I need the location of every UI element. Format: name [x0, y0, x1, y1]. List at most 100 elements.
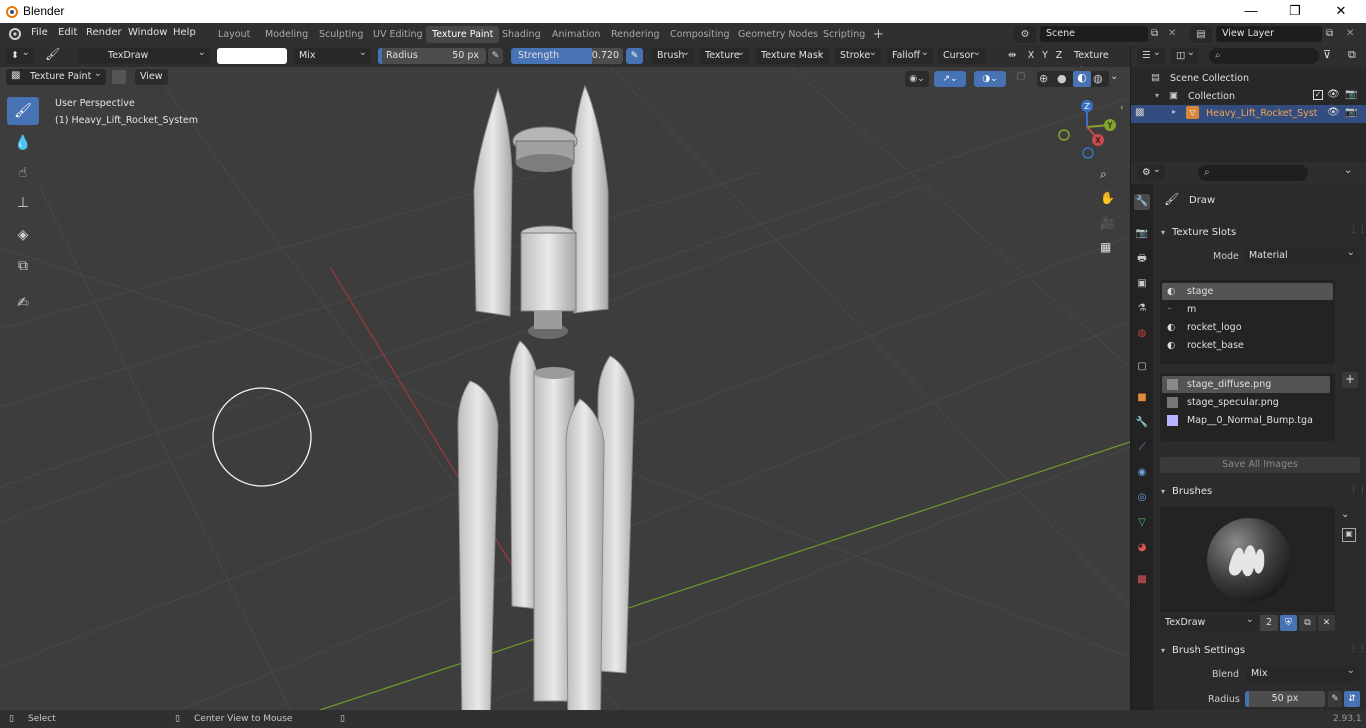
outliner-row-object[interactable]: ▩ ▸ ▽ Heavy_Lift_Rocket_Syst 👁 📷 — [1131, 105, 1366, 123]
tab-shading[interactable]: Shading — [496, 26, 547, 43]
add-workspace-button[interactable]: + — [867, 26, 890, 43]
list-item[interactable]: ◐ rocket_base — [1162, 337, 1333, 354]
navigation-gizmo[interactable]: Z Y X — [1052, 99, 1122, 159]
mirror-x-toggle[interactable]: X — [1025, 48, 1037, 64]
particles-tab-icon[interactable]: ⟋ — [1134, 440, 1150, 456]
brush-preview[interactable] — [1160, 507, 1335, 612]
sidebar-toggle-icon[interactable]: ‹ — [1120, 103, 1124, 113]
brush-name-field[interactable]: TexDraw — [78, 45, 210, 64]
3d-viewport[interactable]: 🖌 💧 ☝ ⊥ ◈ ⧉ ✍ User Perspective (1) Heavy… — [0, 67, 1130, 710]
smear-tool-icon[interactable]: ☝ — [7, 159, 39, 187]
zoom-icon[interactable]: ⌕ — [1100, 167, 1107, 182]
radius-pressure-icon[interactable]: ✎ — [488, 48, 503, 64]
material-tab-icon[interactable]: ◕ — [1134, 540, 1150, 556]
collection-camera-icon[interactable]: 📷 — [1345, 89, 1357, 100]
tab-rendering[interactable]: Rendering — [605, 26, 666, 43]
list-item[interactable]: stage_diffuse.png — [1162, 376, 1330, 393]
menu-render[interactable]: Render — [86, 27, 122, 38]
radius-unit-toggle-icon[interactable]: ⇵ — [1344, 691, 1360, 707]
tab-geometry-nodes[interactable]: Geometry Nodes — [732, 26, 824, 43]
drag-handle-icon[interactable]: ⋮⋮ — [1349, 485, 1366, 495]
drag-handle-icon[interactable]: ⋮⋮ — [1349, 644, 1366, 654]
tab-animation[interactable]: Animation — [546, 26, 606, 43]
copy-scene-icon[interactable]: ⧉ — [1151, 28, 1158, 39]
menu-help[interactable]: Help — [173, 27, 196, 38]
render-tab-icon[interactable]: 📷 — [1134, 226, 1150, 242]
outliner-editor-dropdown[interactable]: ☰ — [1137, 45, 1165, 64]
scene-collection-label[interactable]: Scene Collection — [1170, 73, 1249, 84]
mode-dropdown[interactable]: Texture Paint — [6, 66, 106, 85]
drag-handle-icon[interactable]: ⋮⋮ — [1349, 225, 1366, 235]
tab-texture-paint[interactable]: Texture Paint — [426, 26, 500, 43]
camera-view-icon[interactable]: 🎥 — [1100, 216, 1115, 230]
scene-icon[interactable]: ⚙ — [1014, 26, 1036, 43]
tab-layout[interactable]: Layout — [212, 26, 256, 43]
brush-image-icon[interactable]: ▣ — [1342, 528, 1356, 542]
copy-view-layer-icon[interactable]: ⧉ — [1326, 28, 1333, 39]
object-expand-icon[interactable]: ▸ — [1172, 107, 1176, 116]
tool-tab-icon[interactable]: 🔧 — [1134, 194, 1150, 210]
brush-color-swatch[interactable] — [217, 48, 287, 64]
unlink-brush-icon[interactable]: ✕ — [1318, 615, 1335, 631]
tab-scripting[interactable]: Scripting — [817, 26, 871, 43]
slot-mode-dropdown[interactable]: Material — [1244, 245, 1359, 264]
delete-scene-icon[interactable]: ✕ — [1168, 28, 1176, 39]
strength-slider[interactable]: Strength 0.720 — [511, 48, 623, 64]
add-slot-button[interactable]: + — [1342, 372, 1358, 388]
collection-checkbox[interactable]: ✓ — [1313, 90, 1323, 100]
brush-settings-collapse-icon[interactable]: ▾ — [1161, 646, 1165, 655]
world-tab-icon[interactable]: ◍ — [1134, 326, 1150, 342]
pan-hand-icon[interactable]: ✋ — [1100, 191, 1115, 205]
texture-slots-collapse-icon[interactable]: ▾ — [1161, 228, 1165, 237]
mirror-z-toggle[interactable]: Z — [1053, 48, 1065, 64]
tab-uv-editing[interactable]: UV Editing — [367, 26, 429, 43]
annotate-tool-icon[interactable]: ✍ — [7, 289, 39, 317]
properties-search[interactable]: ⌕ — [1198, 165, 1308, 181]
scene-tab-icon[interactable]: ⚗ — [1134, 301, 1150, 317]
list-item[interactable]: ⁃ m — [1162, 301, 1333, 318]
collection-eye-icon[interactable]: 👁 — [1327, 89, 1340, 100]
radius-pressure-toggle-icon[interactable]: ✎ — [1328, 691, 1342, 707]
new-collection-icon[interactable]: ⧉ — [1348, 48, 1356, 62]
close-button[interactable]: ✕ — [1318, 0, 1364, 23]
data-tab-icon[interactable]: ▽ — [1134, 515, 1150, 531]
tab-compositing[interactable]: Compositing — [664, 26, 736, 43]
scene-field[interactable]: Scene — [1040, 26, 1148, 42]
clone-tool-icon[interactable]: ⊥ — [7, 189, 39, 217]
menu-file[interactable]: File — [31, 27, 48, 38]
strength-pressure-icon[interactable]: ✎ — [626, 48, 643, 64]
physics-tab-icon[interactable]: ◉ — [1134, 465, 1150, 481]
cursor-menu[interactable]: Cursor — [938, 45, 985, 64]
brush-preview-dropdown-icon[interactable]: ⌄ — [1341, 509, 1349, 520]
rocket-model[interactable] — [440, 81, 660, 710]
mirror-y-toggle[interactable]: Y — [1039, 48, 1051, 64]
properties-editor-dropdown[interactable]: ⚙ — [1137, 162, 1165, 181]
view-layer-icon[interactable]: ▤ — [1190, 26, 1212, 43]
list-item[interactable]: Map__0_Normal_Bump.tga — [1162, 412, 1330, 429]
delete-view-layer-icon[interactable]: ✕ — [1346, 28, 1354, 39]
tab-sculpting[interactable]: Sculpting — [313, 26, 369, 43]
texture-tab-icon[interactable]: ▩ — [1134, 572, 1150, 588]
mask-tool-icon[interactable]: ⧉ — [7, 252, 39, 280]
object-camera-icon[interactable]: 📷 — [1345, 107, 1357, 118]
brush-settings-title[interactable]: Brush Settings — [1172, 645, 1245, 656]
brushes-title[interactable]: Brushes — [1172, 486, 1212, 497]
menu-window[interactable]: Window — [128, 27, 167, 38]
collection-label[interactable]: Collection — [1188, 91, 1235, 102]
brush-name-field[interactable]: TexDraw — [1160, 612, 1258, 631]
stroke-menu[interactable]: Stroke — [835, 45, 881, 64]
brush-menu[interactable]: Brush — [652, 45, 694, 64]
outliner-search[interactable]: ⌕ — [1209, 48, 1319, 64]
display-mode-dropdown[interactable]: ◫ — [1171, 45, 1199, 64]
collection-expand-icon[interactable]: ▾ — [1155, 91, 1159, 100]
view-layer-field[interactable]: View Layer — [1216, 26, 1322, 42]
duplicate-brush-icon[interactable]: ⧉ — [1299, 615, 1316, 631]
view-layer-tab-icon[interactable]: ▣ — [1134, 276, 1150, 292]
blender-menu-icon[interactable] — [8, 27, 22, 41]
texture-slots-title[interactable]: Texture Slots — [1172, 227, 1236, 238]
blend-dropdown[interactable]: Mix — [294, 45, 371, 64]
minimize-button[interactable]: — — [1228, 0, 1274, 23]
modifier-tab-icon[interactable]: 🔧 — [1134, 415, 1150, 431]
brush-blend-dropdown[interactable]: Mix — [1246, 663, 1359, 682]
soften-tool-icon[interactable]: 💧 — [7, 129, 39, 157]
